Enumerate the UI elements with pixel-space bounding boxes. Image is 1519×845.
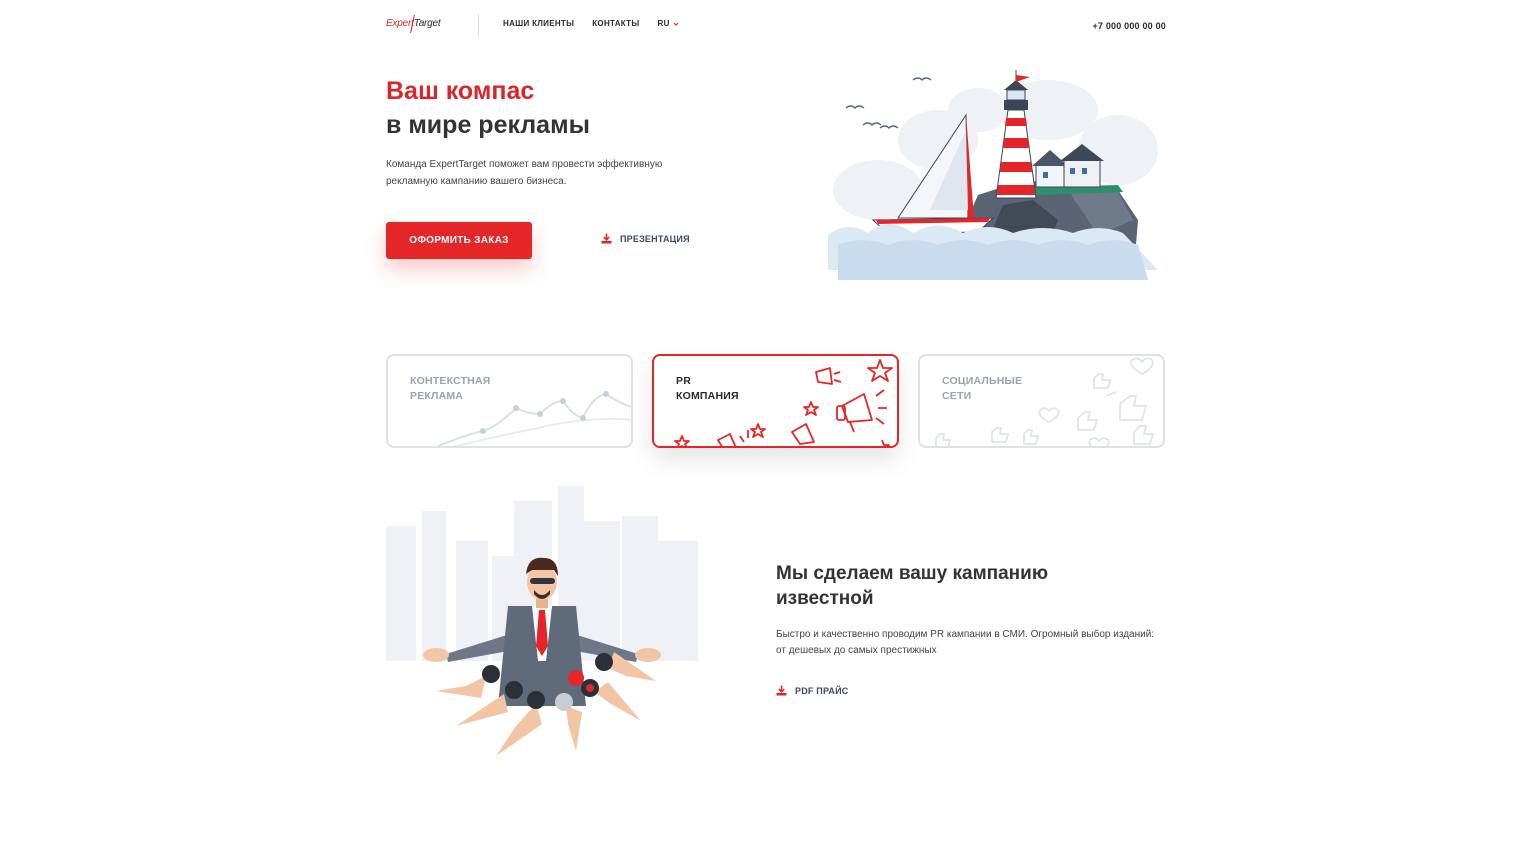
header-divider <box>478 14 479 38</box>
hero-title-line-2: в мире рекламы <box>386 111 590 139</box>
order-button[interactable]: ОФОРМИТЬ ЗАКАЗ <box>386 222 532 259</box>
service-card-pr[interactable]: PR КОМПАНИЯ <box>652 354 899 448</box>
nav-link-contacts[interactable]: КОНТАКТЫ <box>592 19 639 28</box>
logo[interactable]: ExpertTarget <box>386 15 441 33</box>
pr-speaker-illustration <box>386 486 698 756</box>
presentation-link-label: ПРЕЗЕНТАЦИЯ <box>620 233 690 244</box>
hero-title: Ваш компас в мире рекламы <box>386 74 590 142</box>
presentation-link[interactable]: ПРЕЗЕНТАЦИЯ <box>601 233 690 244</box>
pr-section-title: Мы сделаем вашу кампанию известной <box>776 563 1049 609</box>
language-selector[interactable]: RU <box>658 19 679 28</box>
chevron-down-icon <box>673 22 679 26</box>
service-card-label: СОЦИАЛЬНЫЕ СЕТИ <box>942 375 1023 402</box>
phone-number[interactable]: +7 000 000 00 00 <box>1092 21 1166 31</box>
language-label: RU <box>657 19 670 28</box>
main-nav: НАШИ КЛИЕНТЫ КОНТАКТЫ RU <box>503 19 679 28</box>
lighthouse-illustration <box>828 70 1158 280</box>
service-card-label: КОНТЕКСТНАЯ РЕКЛАМА <box>410 375 491 402</box>
download-icon <box>601 233 612 244</box>
pdf-price-link[interactable]: PDF ПРАЙС <box>776 685 848 696</box>
pr-section-description: Быстро и качественно проводим PR кампани… <box>776 629 1155 656</box>
pdf-price-link-label: PDF ПРАЙС <box>795 685 849 696</box>
hero-description: Команда ExpertTarget поможет вам провест… <box>386 159 663 187</box>
download-icon <box>776 685 787 696</box>
service-card-label: PR КОМПАНИЯ <box>676 375 739 402</box>
service-card-context[interactable]: КОНТЕКСТНАЯ РЕКЛАМА <box>386 354 633 448</box>
service-card-social[interactable]: СОЦИАЛЬНЫЕ СЕТИ <box>918 354 1165 448</box>
nav-link-clients[interactable]: НАШИ КЛИЕНТЫ <box>503 19 574 28</box>
header: ExpertTarget НАШИ КЛИЕНТЫ КОНТАКТЫ RU +7… <box>386 14 1166 40</box>
hero-title-line-1: Ваш компас <box>386 77 535 105</box>
